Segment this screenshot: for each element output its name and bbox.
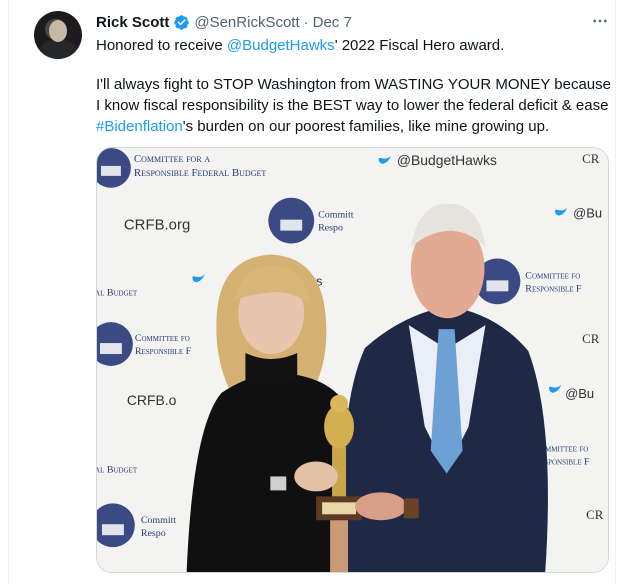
photo-budget-fragment-3: al Budget	[97, 464, 138, 475]
photo-org-short1: Committee fo	[525, 270, 580, 281]
photo-bu-fragment: @Bu	[573, 206, 602, 221]
tweet-line-1: Honored to receive @BudgetHawks' 2022 Fi…	[96, 35, 616, 56]
photo-respo-fragment: Respo	[318, 223, 343, 234]
photo-website: CRFB.org	[124, 217, 190, 234]
photo-org-short1-b: Committee fo	[135, 333, 190, 344]
photo-bu-fragment-2: @Bu	[565, 386, 594, 401]
photo-scene: Committee for a Responsible Federal Budg…	[97, 148, 608, 572]
tweet-card: Rick Scott @SenRickScott · Dec 7 Honored…	[8, 0, 616, 584]
mention-link[interactable]: @BudgetHawks	[227, 37, 335, 54]
tweet-header: Rick Scott @SenRickScott · Dec 7	[96, 12, 352, 32]
photo-handle: @BudgetHawks	[397, 152, 497, 168]
tweet-text-ending: 's burden on our poorest families, like …	[182, 118, 550, 135]
photo-commit-fragment-2: Committ	[141, 515, 177, 526]
author-name[interactable]: Rick Scott	[96, 14, 169, 31]
photo-crfb-fragment-4: CR	[586, 507, 604, 522]
photo-org-short2: Responsible F	[525, 283, 582, 294]
hashtag-link[interactable]: #Bidenflation	[96, 118, 183, 135]
tweet-text-intro: Honored to receive	[96, 37, 227, 54]
photo-crfb-fragment: CR	[582, 151, 600, 166]
tweet-date[interactable]: Dec 7	[313, 14, 352, 31]
photo-budget-fragment-2: al Budget	[97, 287, 138, 298]
tweet-photo[interactable]: Committee for a Responsible Federal Budg…	[96, 147, 609, 573]
photo-org-line1: Committee for a	[134, 153, 211, 165]
tweet-line-2: I'll always fight to STOP Washington fro…	[96, 74, 616, 137]
photo-crfb-fragment-2: CR	[582, 331, 600, 346]
tweet-text-award: ' 2022 Fiscal Hero award.	[334, 37, 505, 54]
header-separator: ·	[303, 13, 309, 31]
more-options-icon[interactable]	[589, 10, 611, 32]
avatar-face	[49, 20, 67, 42]
avatar[interactable]	[34, 11, 82, 59]
photo-org-line2: Responsible Federal Budget	[134, 167, 267, 179]
seal-icon	[268, 197, 315, 244]
photo-crfb-fragment-3: CRFB.o	[127, 392, 177, 408]
photo-commit-fragment: Committ	[318, 210, 354, 221]
author-handle[interactable]: @SenRickScott	[194, 14, 299, 31]
tweet-text-body: I'll always fight to STOP Washington fro…	[96, 76, 611, 114]
photo-respo-fragment-2: Respo	[141, 528, 166, 539]
avatar-body	[40, 39, 76, 59]
photo-org-short2-b: Responsible F	[135, 346, 192, 357]
tweet-text: Honored to receive @BudgetHawks' 2022 Fi…	[96, 35, 616, 137]
verified-badge-icon	[174, 14, 190, 30]
